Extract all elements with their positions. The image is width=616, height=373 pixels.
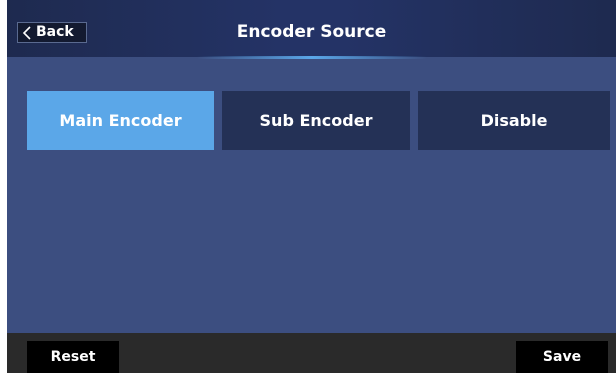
option-disable[interactable]: Disable bbox=[418, 91, 610, 150]
header-glow-divider bbox=[197, 56, 427, 59]
option-label: Disable bbox=[480, 111, 548, 130]
option-label: Sub Encoder bbox=[259, 111, 373, 130]
reset-button[interactable]: Reset bbox=[27, 341, 119, 373]
option-label: Main Encoder bbox=[59, 111, 182, 130]
option-sub-encoder[interactable]: Sub Encoder bbox=[222, 91, 410, 150]
encoder-source-screen: Back Encoder Source Main Encoder Sub Enc… bbox=[7, 0, 616, 373]
header-bar: Back Encoder Source bbox=[7, 0, 616, 57]
save-button[interactable]: Save bbox=[516, 341, 608, 373]
page-title: Encoder Source bbox=[236, 22, 387, 42]
option-main-encoder[interactable]: Main Encoder bbox=[27, 91, 214, 150]
save-label: Save bbox=[542, 349, 582, 365]
reset-label: Reset bbox=[50, 349, 96, 365]
footer-bar: Reset Save bbox=[7, 333, 616, 373]
